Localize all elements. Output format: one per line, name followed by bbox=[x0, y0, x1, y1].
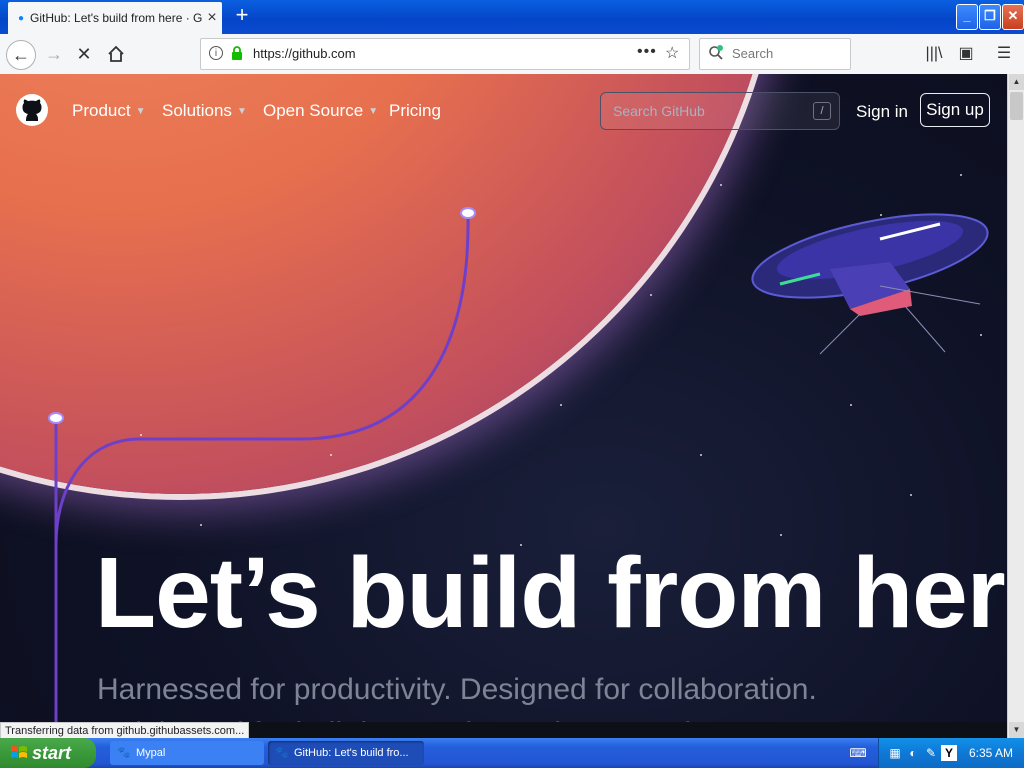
windows-flag-icon bbox=[11, 746, 27, 758]
taskbar-item-label: GitHub: Let's build fro... bbox=[294, 747, 409, 759]
sign-in-link[interactable]: Sign in bbox=[856, 102, 908, 122]
github-logo-icon[interactable] bbox=[16, 94, 48, 126]
hero-title: Let’s build from here bbox=[95, 537, 1007, 649]
taskbar-item-label: Mypal bbox=[136, 747, 166, 759]
url-text: https://github.com bbox=[253, 46, 356, 61]
network-icon[interactable]: ▦ bbox=[887, 745, 903, 761]
start-button[interactable]: start bbox=[0, 738, 96, 768]
tab-close-icon[interactable]: × bbox=[202, 9, 222, 27]
nav-product-label: Product bbox=[72, 101, 131, 120]
address-bar[interactable]: i https://github.com ••• ☆ bbox=[200, 38, 690, 70]
start-label: start bbox=[32, 743, 72, 763]
windows-taskbar: start 🐾 Mypal 🐾 GitHub: Let's build fro...… bbox=[0, 738, 1024, 768]
home-button[interactable] bbox=[102, 40, 130, 68]
yahoo-icon[interactable]: Y bbox=[941, 745, 957, 761]
stop-button[interactable]: ✕ bbox=[70, 40, 98, 68]
browser-search-field[interactable]: Search bbox=[699, 38, 851, 70]
scroll-up-icon[interactable]: ▲ bbox=[1009, 74, 1024, 90]
close-window-button[interactable]: ✕ bbox=[1002, 4, 1024, 30]
chevron-down-icon: ▼ bbox=[368, 106, 379, 117]
tab-title: GitHub: Let's build from here · GitHub bbox=[30, 11, 202, 25]
forward-button[interactable]: → bbox=[40, 40, 68, 68]
navigation-toolbar: ← → ✕ i https://github.com ••• ☆ Search … bbox=[0, 34, 1024, 75]
taskbar-item-mypal[interactable]: 🐾 Mypal bbox=[110, 741, 264, 765]
home-icon bbox=[108, 45, 124, 62]
sign-up-button[interactable]: Sign up bbox=[920, 93, 990, 127]
browser-tab[interactable]: ● GitHub: Let's build from here · GitHub… bbox=[8, 2, 222, 34]
chevron-down-icon: ▼ bbox=[135, 106, 146, 117]
system-tray: ▦ ◐ ✎ Y 6:35 AM bbox=[878, 738, 1024, 768]
bookmark-star-icon[interactable]: ☆ bbox=[665, 43, 679, 63]
tab-loading-icon: ● bbox=[17, 12, 25, 24]
nav-open-source-label: Open Source bbox=[263, 101, 364, 120]
satellite-illustration bbox=[751, 213, 989, 355]
github-homepage: Product ▼ Solutions ▼ Open Source ▼ Pricing… bbox=[0, 74, 1007, 722]
maximize-button[interactable]: ❐ bbox=[979, 4, 1001, 30]
window-titlebar: ● GitHub: Let's build from here · GitHub… bbox=[0, 0, 1024, 34]
nav-solutions-label: Solutions bbox=[162, 101, 232, 120]
search-icon bbox=[709, 45, 723, 60]
hero-subtitle: Harnessed for productivity. Designed for… bbox=[97, 673, 817, 722]
new-tab-button[interactable]: + bbox=[230, 4, 254, 28]
menu-icon[interactable]: ☰ bbox=[994, 44, 1014, 64]
taskbar-item-github[interactable]: 🐾 GitHub: Let's build fro... bbox=[268, 741, 424, 765]
keyboard-icon[interactable]: ⌨ bbox=[849, 746, 867, 760]
minimize-button[interactable]: _ bbox=[956, 4, 978, 30]
nav-pricing-label: Pricing bbox=[389, 101, 441, 120]
nav-product[interactable]: Product ▼ bbox=[72, 101, 146, 121]
chevron-down-icon: ▼ bbox=[236, 106, 247, 117]
page-scrollbar[interactable]: ▲ ▼ bbox=[1007, 74, 1024, 738]
volume-icon[interactable]: ◐ bbox=[905, 745, 921, 761]
library-icon[interactable]: |||\ bbox=[924, 44, 944, 64]
github-header: Product ▼ Solutions ▼ Open Source ▼ Pricing… bbox=[0, 74, 1007, 148]
search-shortcut-key: / bbox=[813, 102, 831, 120]
clock: 6:35 AM bbox=[969, 746, 1014, 760]
nav-open-source[interactable]: Open Source ▼ bbox=[263, 101, 378, 121]
sidebar-icon[interactable]: ▣ bbox=[956, 44, 976, 64]
nav-solutions[interactable]: Solutions ▼ bbox=[162, 101, 247, 121]
scrollbar-thumb[interactable] bbox=[1010, 92, 1023, 120]
page-actions-icon[interactable]: ••• bbox=[637, 43, 657, 61]
search-placeholder: Search bbox=[732, 46, 774, 61]
scroll-down-icon[interactable]: ▼ bbox=[1009, 722, 1024, 738]
browser-app-icon: 🐾 bbox=[275, 747, 289, 759]
site-info-icon[interactable]: i bbox=[209, 46, 223, 60]
back-button[interactable]: ← bbox=[6, 40, 36, 70]
browser-app-icon: 🐾 bbox=[117, 747, 131, 759]
lock-icon bbox=[232, 46, 242, 60]
update-icon[interactable]: ✎ bbox=[923, 745, 939, 761]
github-search-placeholder: Search GitHub bbox=[613, 103, 705, 119]
nav-pricing[interactable]: Pricing bbox=[389, 101, 441, 121]
github-search-input[interactable]: Search GitHub / bbox=[600, 92, 840, 130]
